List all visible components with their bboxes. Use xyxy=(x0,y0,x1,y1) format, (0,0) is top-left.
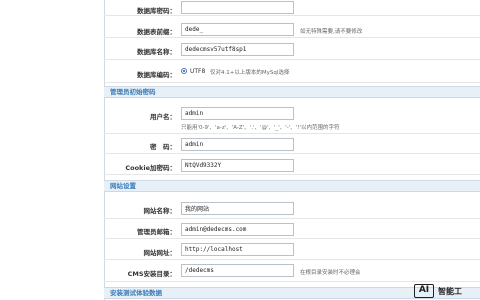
admin-password-label: 密 码： xyxy=(150,143,176,151)
db-prefix-row: 数据表前缀： 如无特殊需要,请不要修改 xyxy=(104,22,480,38)
db-charset-hint: 仅对4.1+以上版本的MySql选择 xyxy=(210,70,290,76)
admin-email-label: 管理员邮箱： xyxy=(137,228,176,236)
cms-dir-row: CMS安装目录： 在根目录安装时不必理会 xyxy=(104,262,480,282)
site-url-input[interactable] xyxy=(181,243,294,256)
cookie-key-row: Cookie加密码： xyxy=(104,157,480,175)
admin-password-row: 密 码： xyxy=(104,136,480,154)
site-name-label: 网站名称： xyxy=(143,207,177,215)
db-name-label: 数据库名称： xyxy=(137,48,176,56)
site-url-row: 网站网址： xyxy=(104,241,480,260)
db-name-input[interactable] xyxy=(181,43,294,56)
admin-username-row: 用户名： 只能用'0-9'、'a-z'、'A-Z'、'.'、'@'、'_'、'-… xyxy=(104,104,480,134)
db-password-row: 数据库密码： xyxy=(104,0,480,16)
watermark-text: 智能工 xyxy=(438,287,462,296)
watermark-logo: AI 智能工 xyxy=(414,284,474,298)
admin-email-input[interactable] xyxy=(181,223,294,236)
admin-username-input[interactable] xyxy=(181,107,294,120)
site-section-header: 网站设置 xyxy=(104,180,480,192)
admin-email-row: 管理员邮箱： xyxy=(104,221,480,239)
cookie-key-label: Cookie加密码： xyxy=(125,164,176,172)
watermark-badge: AI xyxy=(414,284,434,298)
site-name-input[interactable] xyxy=(181,202,294,215)
db-prefix-input[interactable] xyxy=(181,23,294,36)
db-charset-row: 数据库编码： UTF8 仅对4.1+以上版本的MySql选择 xyxy=(104,63,480,83)
db-prefix-hint: 如无特殊需要,请不要修改 xyxy=(300,29,363,35)
site-name-row: 网站名称： xyxy=(104,199,480,219)
db-name-row: 数据库名称： xyxy=(104,41,480,60)
cms-dir-hint: 在根目录安装时不必理会 xyxy=(300,270,361,276)
charset-utf8-radio[interactable] xyxy=(181,68,187,74)
charset-utf8-label: UTF8 xyxy=(190,68,206,75)
admin-password-input[interactable] xyxy=(181,138,294,151)
cms-dir-input[interactable] xyxy=(181,264,294,277)
db-charset-label: 数据库编码： xyxy=(137,71,176,79)
admin-username-label: 用户名： xyxy=(150,113,176,121)
cms-dir-label: CMS安装目录： xyxy=(127,270,176,278)
site-url-label: 网站网址： xyxy=(143,249,177,257)
db-password-label: 数据库密码： xyxy=(137,7,176,15)
admin-username-hint: 只能用'0-9'、'a-z'、'A-Z'、'.'、'@'、'_'、'-'、'!'… xyxy=(181,125,340,131)
db-prefix-label: 数据表前缀： xyxy=(137,28,176,36)
admin-section-header: 管理员初始密码 xyxy=(104,86,480,98)
cookie-key-input[interactable] xyxy=(181,159,294,172)
db-password-input[interactable] xyxy=(181,1,294,14)
